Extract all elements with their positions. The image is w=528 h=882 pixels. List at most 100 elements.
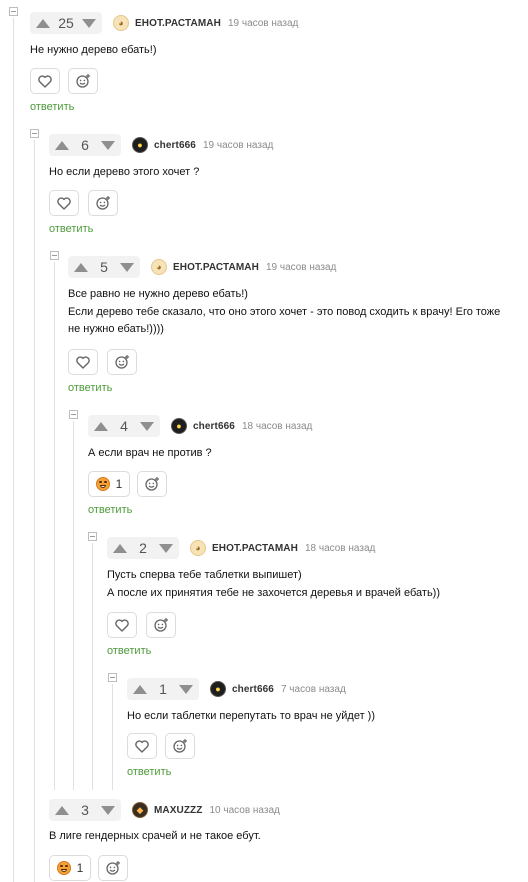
timestamp[interactable]: 18 часов назад — [242, 421, 312, 432]
reply-link[interactable]: ответить — [107, 645, 151, 657]
avatar[interactable]: ● — [210, 681, 226, 697]
timestamp[interactable]: 19 часов назад — [203, 140, 273, 151]
reply-link[interactable]: ответить — [68, 382, 112, 394]
username[interactable]: chert666 — [193, 421, 235, 432]
vote-down-icon[interactable] — [101, 805, 115, 815]
comment-text: В лиге гендерных срачей и не такое ебут. — [49, 828, 261, 846]
username[interactable]: ЕНОТ.РАСТАМАН — [173, 262, 259, 273]
add-reaction-button[interactable] — [165, 733, 195, 759]
vote-down-icon[interactable] — [140, 421, 154, 431]
username[interactable]: ЕНОТ.РАСТАМАН — [212, 543, 298, 554]
collapse-toggle[interactable] — [88, 532, 97, 541]
vote-down-icon[interactable] — [159, 543, 173, 553]
username[interactable]: ЕНОТ.РАСТАМАН — [135, 18, 221, 29]
vote-up-icon[interactable] — [113, 543, 127, 553]
vote-box: 6 — [49, 134, 121, 156]
thread-line[interactable] — [112, 684, 113, 790]
vote-up-icon[interactable] — [55, 805, 69, 815]
reply-link[interactable]: ответить — [30, 101, 74, 113]
vote-box: 25 — [30, 12, 102, 34]
vote-up-icon[interactable] — [55, 140, 69, 150]
comment-text: Но если дерево этого хочет ? — [49, 164, 199, 182]
vote-box: 4 — [88, 415, 160, 437]
heart-icon — [115, 618, 129, 632]
timestamp[interactable]: 18 часов назад — [305, 543, 375, 554]
username[interactable]: MAXUZZZ — [154, 805, 202, 816]
reaction-button[interactable]: 1 — [49, 855, 91, 881]
vote-down-icon[interactable] — [101, 140, 115, 150]
score: 6 — [81, 137, 89, 153]
avatar[interactable]: ◕ — [190, 540, 206, 556]
vote-up-icon[interactable] — [133, 684, 147, 694]
username[interactable]: chert666 — [154, 140, 196, 151]
score: 5 — [100, 259, 108, 275]
comment-line: Не нужно дерево ебать!) — [30, 44, 157, 56]
add-reaction-button[interactable] — [88, 190, 118, 216]
avatar[interactable]: ◕ — [151, 259, 167, 275]
reaction-count: 1 — [115, 477, 123, 491]
vote-down-icon[interactable] — [120, 262, 134, 272]
avatar[interactable]: ◕ — [113, 15, 129, 31]
collapse-toggle[interactable] — [9, 7, 18, 16]
reply-link[interactable]: ответить — [88, 504, 132, 516]
vote-box: 5 — [68, 256, 140, 278]
reaction-button[interactable]: 1 — [88, 471, 130, 497]
timestamp[interactable]: 19 часов назад — [228, 18, 298, 29]
heart-icon — [76, 355, 90, 369]
vote-up-icon[interactable] — [74, 262, 88, 272]
collapse-toggle[interactable] — [50, 251, 59, 260]
score: 1 — [159, 681, 167, 697]
add-emoji-icon — [154, 618, 168, 632]
timestamp[interactable]: 19 часов назад — [266, 262, 336, 273]
thread-line[interactable] — [13, 18, 14, 882]
vote-down-icon[interactable] — [179, 684, 193, 694]
add-reaction-button[interactable] — [98, 855, 128, 881]
collapse-toggle[interactable] — [30, 129, 39, 138]
comment-text: А если врач не против ? — [88, 445, 212, 463]
vote-up-icon[interactable] — [36, 18, 50, 28]
comment-text: Все равно не нужно дерево ебать!) Если д… — [68, 286, 500, 339]
collapse-toggle[interactable] — [69, 410, 78, 419]
like-button[interactable] — [107, 612, 137, 638]
like-button[interactable] — [68, 349, 98, 375]
add-reaction-button[interactable] — [107, 349, 137, 375]
thread-line[interactable] — [54, 262, 55, 790]
comment-text: Не нужно дерево ебать!) — [30, 42, 157, 60]
thread-line[interactable] — [34, 140, 35, 882]
avatar[interactable]: ◆ — [132, 802, 148, 818]
avatar[interactable]: ● — [171, 418, 187, 434]
reply-link[interactable]: ответить — [127, 766, 171, 778]
add-reaction-button[interactable] — [137, 471, 167, 497]
collapse-toggle[interactable] — [108, 673, 117, 682]
thread-line[interactable] — [73, 421, 74, 790]
add-emoji-icon — [106, 861, 120, 875]
comment-line: Но если дерево этого хочет ? — [49, 166, 200, 178]
comment-line: Но если таблетки перепутать то врач не у… — [127, 710, 375, 722]
reply-link[interactable]: ответить — [49, 223, 93, 235]
timestamp[interactable]: 10 часов назад — [209, 805, 279, 816]
add-emoji-icon — [76, 74, 90, 88]
like-button[interactable] — [30, 68, 60, 94]
comment-header: 6 ● chert666 19 часов назад — [49, 134, 273, 156]
heart-icon — [38, 74, 52, 88]
comment-header: 2 ◕ ЕНОТ.РАСТАМАН 18 часов назад — [107, 537, 375, 559]
comment-line: Если дерево тебе сказало, что оно этого … — [68, 305, 501, 318]
reaction-count: 1 — [76, 861, 84, 875]
avatar[interactable]: ● — [132, 137, 148, 153]
add-reaction-button[interactable] — [146, 612, 176, 638]
username[interactable]: chert666 — [232, 684, 274, 695]
like-button[interactable] — [49, 190, 79, 216]
comment-header: 4 ● chert666 18 часов назад — [88, 415, 312, 437]
timestamp[interactable]: 7 часов назад — [281, 684, 346, 695]
comment-line: А после их принятия тебе не захочется де… — [107, 586, 440, 599]
add-reaction-button[interactable] — [68, 68, 98, 94]
comment-line: не нужно ебать!)))) — [68, 323, 164, 335]
comment-header: 1 ● chert666 7 часов назад — [127, 678, 346, 700]
vote-up-icon[interactable] — [94, 421, 108, 431]
vote-down-icon[interactable] — [82, 18, 96, 28]
vote-box: 2 — [107, 537, 179, 559]
comment-header: 3 ◆ MAXUZZZ 10 часов назад — [49, 799, 280, 821]
thread-line[interactable] — [92, 543, 93, 790]
like-button[interactable] — [127, 733, 157, 759]
comment-header: 5 ◕ ЕНОТ.РАСТАМАН 19 часов назад — [68, 256, 336, 278]
